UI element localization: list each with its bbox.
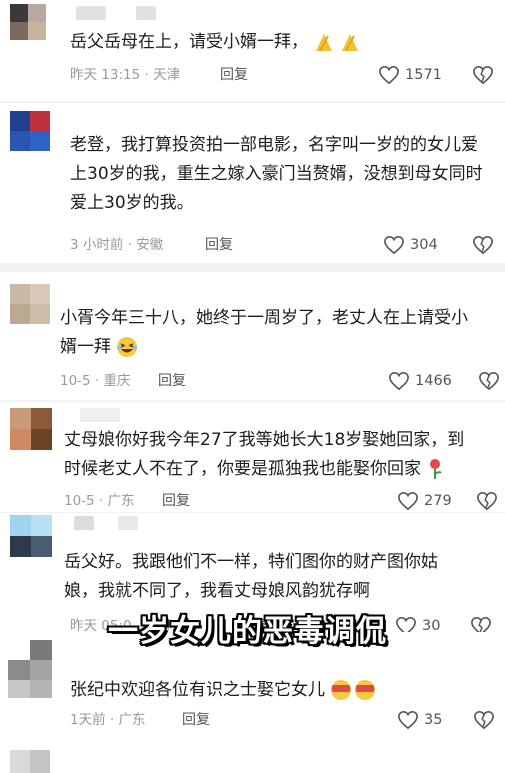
like-count: 1466 [415,373,452,389]
dislike-button[interactable] [476,491,498,512]
username-blurred [80,408,120,422]
reply-button[interactable]: 回复 [205,236,233,254]
like-button[interactable]: 1466 [388,371,452,391]
username-blurred [118,516,138,530]
avatar[interactable] [10,515,52,557]
comment-text: 岳父好。我跟他们不一样，特们图你的财产图你姑娘，我就不同了，我看丈母娘风韵犹存啊 [64,548,464,606]
avatar[interactable] [10,408,52,450]
broken-heart-icon [473,235,493,255]
username-blurred [76,6,106,20]
comment-time-location: 昨天 13:15 · 天津 [70,67,181,83]
broken-heart-icon [474,710,494,730]
like-button[interactable]: 304 [383,235,438,255]
broken-heart-icon [479,371,499,391]
dislike-button[interactable] [472,235,494,259]
dislike-button[interactable] [473,710,495,734]
comment-text: 岳父岳母在上，请受小婿一拜， [70,28,490,57]
avatar[interactable] [10,750,50,773]
heart-icon [389,371,409,391]
comment-text: 小胥今年三十八，她终于一周岁了，老丈人在上请受小婿一拜 [60,304,480,362]
like-button[interactable]: 35 [397,710,442,730]
heart-icon [379,65,399,85]
like-count: 279 [424,493,452,509]
heart-icon [398,710,418,730]
hands-icon [316,34,359,52]
username-blurred [136,6,156,20]
username-blurred [74,516,94,530]
comment-text: 老登，我打算投资拍一部电影，名字叫一岁的的女儿爱上30岁的我，重生之嫁入豪门当赘… [70,131,490,218]
comment-body: 岳父好。我跟他们不一样，特们图你的财产图你姑娘，我就不同了，我看丈母娘风韵犹存啊 [64,552,438,601]
like-button[interactable]: 1571 [378,65,442,85]
comment-card: 丈母娘你好我今年27了我等她长大18岁娶她回家，到时候老丈人不在了，你要是孤独我… [0,402,505,512]
comment-card: 张纪中欢迎各位有识之士娶它女儿 1天前 · 广东 回复 35 [0,632,505,773]
heart-icon [398,491,418,511]
comment-card: 老登，我打算投资拍一部电影，名字叫一岁的的女儿爱上30岁的我，重生之嫁入豪门当赘… [0,103,505,263]
comment-body: 岳父岳母在上，请受小婿一拜， [70,32,308,52]
like-count: 1571 [405,67,442,83]
comment-time-location: 1天前 · 广东 [70,712,146,728]
avatar[interactable] [10,111,50,151]
comment-body: 张纪中欢迎各位有识之士娶它女儿 [70,680,325,700]
broken-heart-icon [477,491,497,511]
dislike-button[interactable] [472,65,494,89]
comment-time-location: 10-5 · 重庆 [60,373,131,389]
cheer-icon [331,680,376,700]
rose-icon [430,459,443,479]
heart-icon [384,235,404,255]
video-caption-overlay: 一岁女儿的恶毒调侃 [108,614,387,649]
reply-button[interactable]: 回复 [158,372,186,390]
avatar[interactable] [8,640,52,698]
comment-body: 老登，我打算投资拍一部电影，名字叫一岁的的女儿爱上30岁的我，重生之嫁入豪门当赘… [70,135,483,213]
broken-heart-icon [473,65,493,85]
reply-button[interactable]: 回复 [220,66,248,84]
comment-time-location: 3 小时前 · 安徽 [70,237,164,253]
comment-card: 岳父岳母在上，请受小婿一拜， 昨天 13:15 · 天津 回复 1571 [0,0,505,101]
reply-button[interactable]: 回复 [182,711,210,729]
like-count: 304 [410,237,438,253]
avatar[interactable] [10,4,46,40]
avatar[interactable] [10,284,50,324]
comment-body: 丈母娘你好我今年27了我等她长大18岁娶她回家，到时候老丈人不在了，你要是孤独我… [64,430,465,479]
like-button[interactable]: 279 [397,491,452,511]
reply-button[interactable]: 回复 [162,492,190,510]
dislike-button[interactable] [478,371,500,395]
comment-card: 小胥今年三十八，她终于一周岁了，老丈人在上请受小婿一拜 10-5 · 重庆 回复… [0,272,505,400]
comment-time-location: 10-5 · 广东 [64,493,135,509]
laughing-face-icon [117,337,138,357]
comment-text: 张纪中欢迎各位有识之士娶它女儿 [70,676,490,705]
comment-text: 丈母娘你好我今年27了我等她长大18岁娶她回家，到时候老丈人不在了，你要是孤独我… [64,426,476,484]
like-count: 35 [424,712,443,728]
